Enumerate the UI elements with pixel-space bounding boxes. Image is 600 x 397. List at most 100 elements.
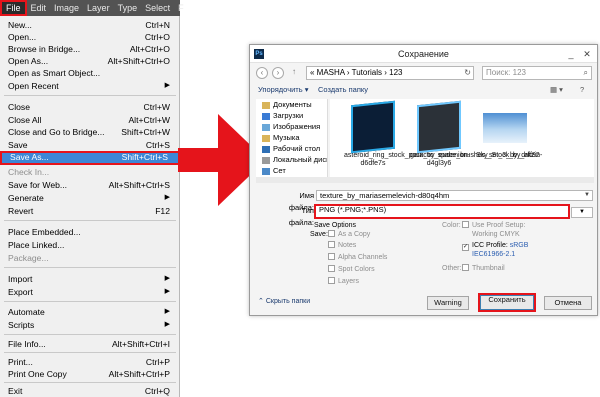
menu-item-generate[interactable]: Generate ▶: [0, 192, 180, 204]
menu-item-new[interactable]: New... Ctrl+N: [0, 19, 180, 31]
menu-item-close[interactable]: Close Ctrl+W: [0, 101, 180, 113]
address-bar[interactable]: « MASHA › Tutorials › 123 ↻: [306, 66, 474, 80]
checkmark-icon[interactable]: ✓: [462, 244, 469, 251]
nav-item-desktop[interactable]: Рабочий стол: [262, 144, 320, 154]
file-item[interactable]: Sky_Stock_by_aff92: [476, 103, 540, 160]
menu-item-print[interactable]: Print... Ctrl+P: [0, 356, 180, 368]
menu-item-open-recent[interactable]: Open Recent ▶: [0, 80, 180, 92]
new-folder-button[interactable]: Создать папку: [318, 83, 368, 97]
option-as-a-copy[interactable]: As a Copy: [328, 230, 370, 239]
menu-item-package[interactable]: Package...: [0, 252, 180, 264]
menu-item-revert[interactable]: Revert F12: [0, 205, 180, 217]
menu-item-exit[interactable]: Exit Ctrl+Q: [0, 385, 180, 397]
back-icon[interactable]: ‹: [256, 67, 268, 79]
file-thumbnail: [483, 113, 527, 143]
nav-item-label: Сет: [273, 166, 286, 175]
view-options-icon[interactable]: ▦ ▾: [550, 83, 563, 97]
menu-item-save-as[interactable]: Save As... Shift+Ctrl+S: [0, 151, 180, 165]
cancel-button[interactable]: Отмена: [544, 296, 592, 310]
menu-item-label: Revert: [8, 206, 34, 216]
file-thumbnail: [417, 100, 461, 154]
menu-item-browse-in-bridge[interactable]: Browse in Bridge... Alt+Ctrl+O: [0, 43, 180, 55]
save-button[interactable]: Сохранить: [478, 293, 536, 312]
refresh-icon[interactable]: ↻: [464, 67, 471, 79]
pictures-folder-icon: [262, 123, 270, 131]
nav-item-music[interactable]: Музыка: [262, 133, 300, 143]
close-icon[interactable]: ✕: [581, 48, 593, 60]
menu-item-label: Place Linked...: [8, 240, 65, 250]
option-alpha-channels[interactable]: Alpha Channels: [328, 253, 387, 262]
option-use-proof-setup[interactable]: Use Proof Setup:: [462, 221, 525, 230]
menu-bar: File Edit Image Layer Type Select F: [0, 0, 184, 16]
filetype-dropdown-icon[interactable]: ▼: [571, 207, 593, 218]
menu-item-place-embedded[interactable]: Place Embedded...: [0, 226, 180, 238]
help-icon[interactable]: ?: [580, 83, 584, 97]
search-input[interactable]: Поиск: 123 ⌕: [482, 66, 592, 80]
option-thumbnail[interactable]: Thumbnail: [462, 264, 505, 273]
checkbox[interactable]: [328, 241, 335, 248]
dialog-titlebar: Ps Сохранение _ ✕: [250, 45, 597, 63]
menu-item-label: Check In...: [8, 167, 50, 177]
menu-item-label: Export: [8, 287, 33, 297]
menu-item-save-for-web[interactable]: Save for Web... Alt+Shift+Ctrl+S: [0, 179, 180, 191]
hide-folders-toggle[interactable]: ⌃ Скрыть папки: [258, 297, 310, 307]
menu-filter[interactable]: F: [174, 0, 188, 16]
file-caption: Sky_Stock_by_aff92: [476, 152, 540, 159]
organize-button[interactable]: Упорядочить ▾: [258, 83, 308, 97]
filetype-select[interactable]: PNG (*.PNG;*.PNS): [314, 204, 570, 219]
menu-item-close-go-to-bridge[interactable]: Close and Go to Bridge... Shift+Ctrl+W: [0, 126, 180, 138]
menu-item-save[interactable]: Save Ctrl+S: [0, 139, 180, 151]
menu-item-print-one-copy[interactable]: Print One Copy Alt+Shift+Ctrl+P: [0, 368, 180, 380]
option-label: As a Copy: [338, 231, 371, 238]
menu-layer[interactable]: Layer: [83, 0, 114, 16]
menu-item-close-all[interactable]: Close All Alt+Ctrl+W: [0, 114, 180, 126]
checkbox[interactable]: [328, 253, 335, 260]
nav-item-local-disk[interactable]: Локальный диск: [262, 155, 327, 165]
menu-item-label: Generate: [8, 193, 44, 203]
file-thumbnail: [351, 100, 395, 154]
menu-edit[interactable]: Edit: [27, 0, 51, 16]
file-item[interactable]: galactic_space_brushes_set_3_by_drkzin-d…: [410, 100, 542, 168]
filename-field[interactable]: texture_by_mariasemelevich-d80q4hm ▼: [316, 190, 593, 201]
save-dialog: Ps Сохранение _ ✕ ‹ › ↑ « MASHA › Tutori…: [249, 44, 598, 316]
menu-item-import[interactable]: Import ▶: [0, 273, 180, 285]
checkbox[interactable]: [462, 221, 469, 228]
menu-item-file-info[interactable]: File Info... Alt+Shift+Ctrl+I: [0, 338, 180, 350]
filetype-label: Тип файла:: [288, 206, 314, 227]
menu-item-export[interactable]: Export ▶: [0, 286, 180, 298]
option-spot-colors[interactable]: Spot Colors: [328, 265, 375, 274]
up-arrow-icon[interactable]: ↑: [288, 67, 300, 79]
menu-type[interactable]: Type: [114, 0, 142, 16]
warning-button[interactable]: Warning: [427, 296, 469, 310]
checkbox[interactable]: [462, 264, 469, 271]
checkbox[interactable]: [328, 277, 335, 284]
menu-item-label: Package...: [8, 253, 49, 263]
option-label: Use Proof Setup:: [472, 222, 526, 229]
menu-item-automate[interactable]: Automate ▶: [0, 306, 180, 318]
menu-item-place-linked[interactable]: Place Linked...: [0, 239, 180, 251]
menu-item-open-smart-object[interactable]: Open as Smart Object...: [0, 67, 180, 79]
horizontal-scrollbar[interactable]: [256, 177, 594, 183]
forward-icon[interactable]: ›: [272, 67, 284, 79]
menu-item-scripts[interactable]: Scripts ▶: [0, 319, 180, 331]
filename-label: Имя файла:: [288, 191, 314, 212]
option-notes[interactable]: Notes: [328, 241, 356, 250]
checkbox[interactable]: [328, 265, 335, 272]
minimize-icon[interactable]: _: [565, 48, 577, 60]
menu-item-shortcut: Ctrl+N: [145, 20, 170, 30]
nav-item-network[interactable]: Сет: [262, 166, 286, 176]
nav-item-documents[interactable]: Документы: [262, 100, 312, 110]
menu-item-open-as[interactable]: Open As... Alt+Shift+Ctrl+O: [0, 55, 180, 67]
menu-item-open[interactable]: Open... Ctrl+O: [0, 31, 180, 43]
nav-item-pictures[interactable]: Изображения: [262, 122, 320, 132]
checkbox[interactable]: [328, 230, 335, 237]
menu-item-shortcut: Ctrl+O: [144, 32, 170, 42]
menu-file[interactable]: File: [0, 0, 27, 16]
file-item[interactable]: asteroid_ring_stock_pack_by_eudenion-d6d…: [344, 100, 470, 168]
menu-item-check-in[interactable]: Check In...: [0, 166, 180, 178]
option-label: Thumbnail: [472, 265, 505, 272]
nav-item-downloads[interactable]: Загрузки: [262, 111, 303, 121]
option-layers[interactable]: Layers: [328, 277, 359, 286]
menu-select[interactable]: Select: [141, 0, 174, 16]
menu-image[interactable]: Image: [50, 0, 83, 16]
